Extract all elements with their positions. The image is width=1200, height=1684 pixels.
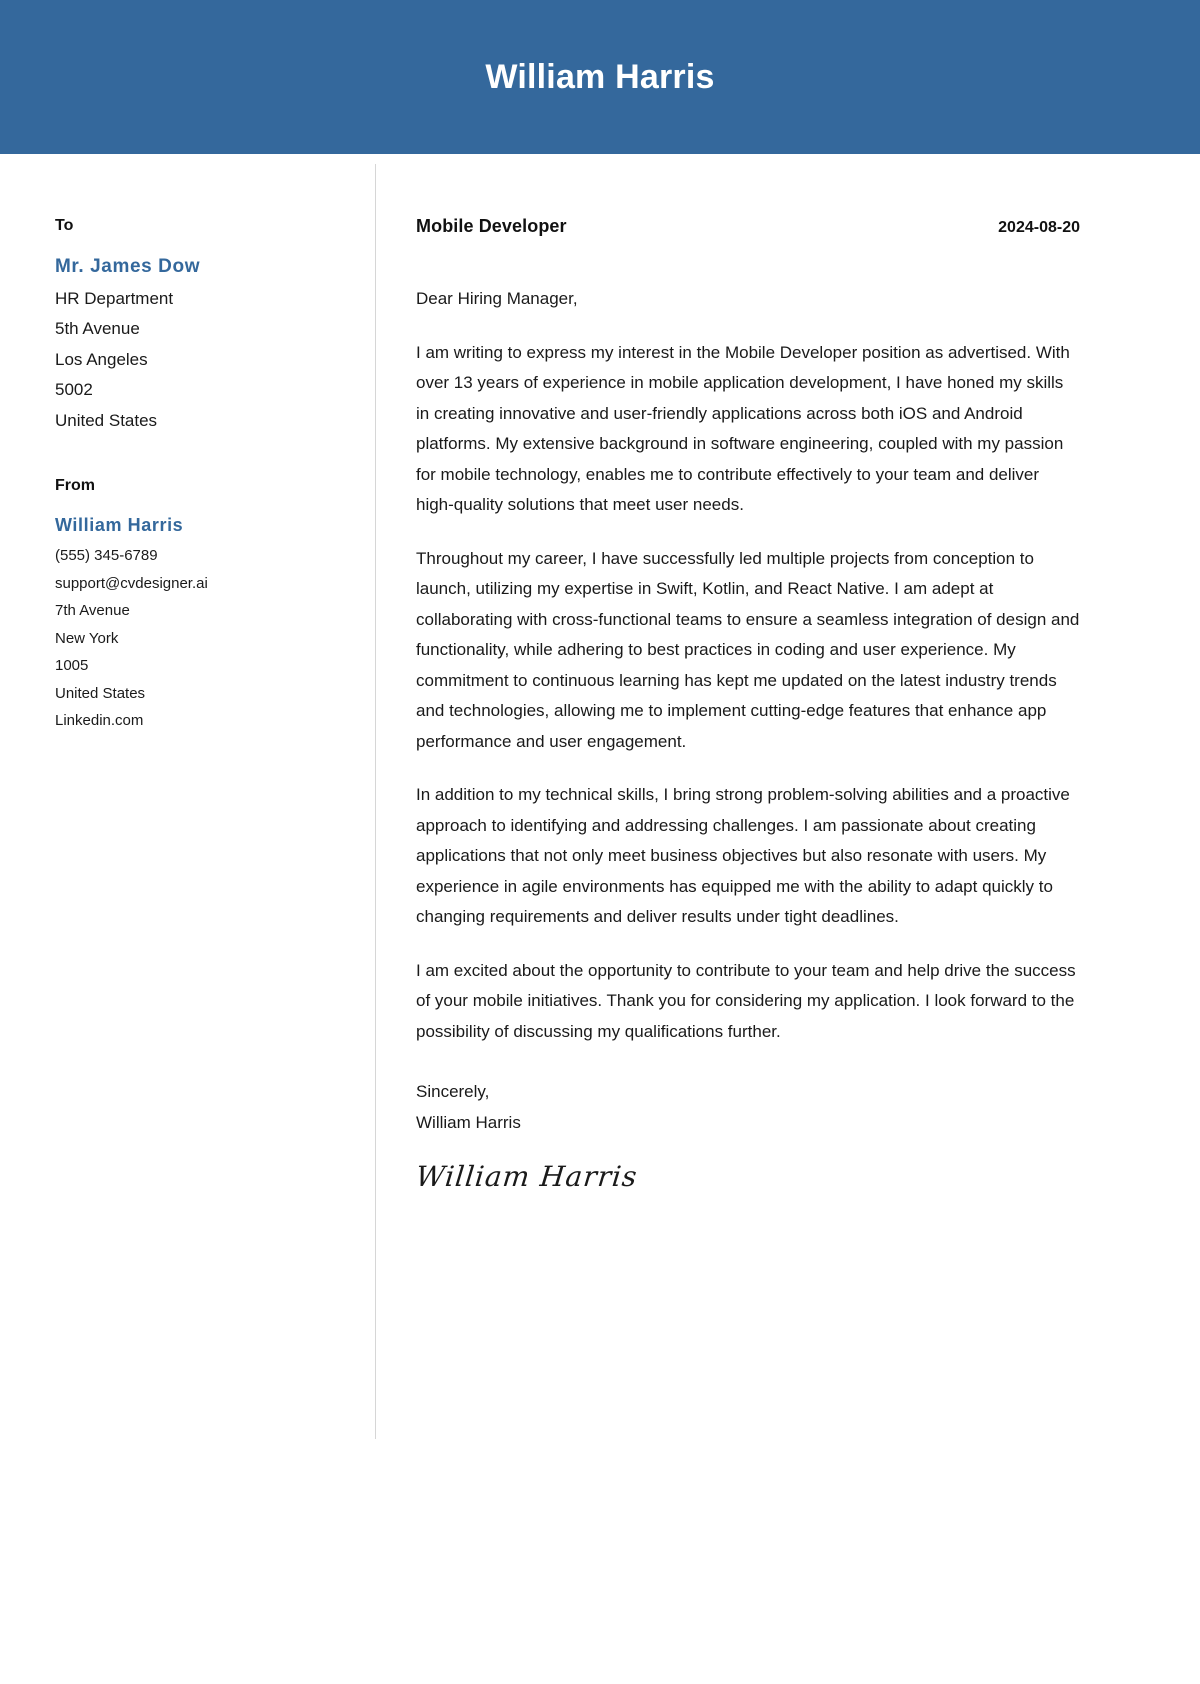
recipient-address-line: Los Angeles bbox=[55, 349, 148, 369]
letter-paragraph: I am excited about the opportunity to co… bbox=[416, 960, 1076, 1041]
letter-header-banner: William Harris bbox=[0, 0, 1200, 154]
page-title: William Harris bbox=[485, 57, 715, 96]
recipient-block: To Mr. James Dow HR Department 5th Avenu… bbox=[55, 216, 345, 436]
signature-script: William Harris bbox=[414, 1160, 640, 1193]
sender-phone: (555) 345-6789 bbox=[55, 547, 158, 565]
sender-name: William Harris bbox=[55, 515, 184, 536]
sender-address-line: 1005 bbox=[55, 657, 89, 675]
letter-meta-row: Mobile Developer 2024-08-20 bbox=[416, 216, 1080, 237]
job-title: Mobile Developer bbox=[416, 216, 567, 236]
recipient-address: HR Department 5th Avenue Los Angeles 500… bbox=[55, 284, 345, 437]
closing-name: William Harris bbox=[416, 1112, 521, 1132]
cover-letter-page: William Harris To Mr. James Dow HR Depar… bbox=[0, 0, 1200, 1684]
sender-website: Linkedin.com bbox=[55, 712, 144, 730]
letter-paragraph: In addition to my technical skills, I br… bbox=[416, 785, 1070, 926]
from-label: From bbox=[55, 477, 95, 495]
letter-main-column: Mobile Developer 2024-08-20 Dear Hiring … bbox=[376, 154, 1200, 1439]
closing-salutation: Sincerely, bbox=[416, 1082, 490, 1101]
sender-contact-details: (555) 345-6789 support@cvdesigner.ai 7th… bbox=[55, 542, 345, 735]
recipient-name: Mr. James Dow bbox=[55, 256, 201, 278]
recipient-address-line: 5002 bbox=[55, 380, 93, 400]
contact-sidebar: To Mr. James Dow HR Department 5th Avenu… bbox=[0, 154, 375, 1439]
letter-body: To Mr. James Dow HR Department 5th Avenu… bbox=[0, 154, 1200, 1439]
letter-paragraph: I am writing to express my interest in t… bbox=[416, 342, 1070, 515]
sender-address-line: 7th Avenue bbox=[55, 602, 130, 620]
letter-paragraph: Throughout my career, I have successfull… bbox=[416, 548, 1080, 751]
closing-block: Sincerely, William Harris bbox=[416, 1077, 1080, 1138]
recipient-address-line: United States bbox=[55, 410, 158, 430]
recipient-address-line: HR Department bbox=[55, 288, 174, 308]
sender-block: From William Harris (555) 345-6789 suppo… bbox=[55, 476, 345, 735]
sender-address-line: New York bbox=[55, 629, 119, 647]
to-label: To bbox=[55, 217, 74, 234]
letter-date: 2024-08-20 bbox=[998, 219, 1080, 236]
recipient-address-line: 5th Avenue bbox=[55, 319, 140, 339]
sender-address-line: United States bbox=[55, 684, 146, 702]
sender-email: support@cvdesigner.ai bbox=[55, 574, 208, 592]
salutation: Dear Hiring Manager, bbox=[416, 289, 578, 308]
